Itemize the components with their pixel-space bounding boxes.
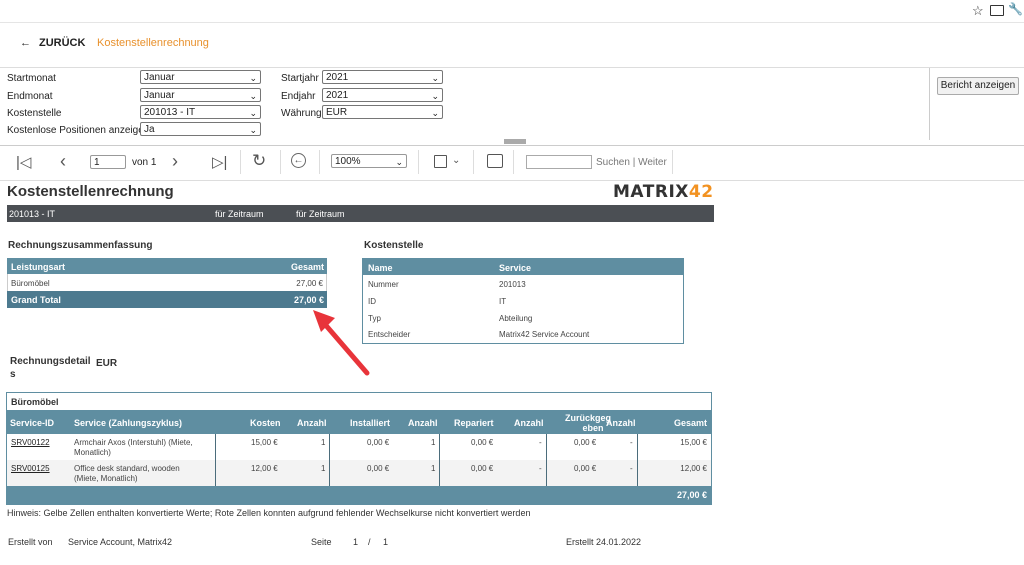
currency-select[interactable]: EUR ⌄ <box>322 105 443 119</box>
divider <box>672 150 673 174</box>
chevron-down-icon: ⌄ <box>431 91 439 101</box>
browser-toolbar <box>0 0 1024 23</box>
cost-center-label: Kostenstelle <box>7 108 62 119</box>
chevron-down-icon: ⌄ <box>395 157 403 167</box>
table-row: SRV00122 Armchair Axos (Interstuhl) (Mie… <box>11 438 707 457</box>
column-divider <box>637 434 638 486</box>
collapse-handle[interactable] <box>504 139 526 144</box>
chevron-down-icon: ⌄ <box>431 108 439 118</box>
chevron-down-icon: ⌄ <box>249 125 257 135</box>
table-row: SRV00125 Office desk standard, wooden (M… <box>7 460 711 486</box>
summary-row: Büromöbel 27,00 € <box>7 274 327 291</box>
currency-label: Währung <box>281 108 322 119</box>
back-button[interactable]: ← ZURÜCK <box>20 37 85 49</box>
divider <box>418 150 419 174</box>
next-link[interactable]: Weiter <box>638 157 667 168</box>
end-month-select[interactable]: Januar ⌄ <box>140 88 261 102</box>
cc-value: IT <box>499 297 507 306</box>
details-title: Rechnungsdetail s <box>10 356 91 380</box>
column-divider <box>439 434 440 486</box>
column-divider <box>329 434 330 486</box>
wrench-icon[interactable]: 🔧 <box>1008 2 1023 16</box>
column-divider <box>546 434 547 486</box>
back-circle-icon[interactable]: ← <box>291 153 306 168</box>
page-total: 1 <box>383 537 389 547</box>
star-icon[interactable]: ☆ <box>972 3 984 19</box>
free-items-label: Kostenlose Positionen anzeigen <box>7 125 150 136</box>
first-page-icon[interactable]: |◁ <box>16 153 31 171</box>
zoom-select[interactable]: 100% ⌄ <box>331 154 407 168</box>
cc-value: Abteilung <box>499 314 533 323</box>
print-icon[interactable] <box>487 154 503 168</box>
divider <box>513 150 514 174</box>
end-month-label: Endmonat <box>7 91 53 102</box>
created-by-label: Erstellt von <box>8 537 53 547</box>
back-arrow-icon: ← <box>20 37 31 49</box>
details-currency: EUR <box>96 358 118 369</box>
page-count: von 1 <box>132 157 157 168</box>
divider <box>929 68 930 140</box>
divider <box>473 150 474 174</box>
search-input[interactable] <box>526 155 592 169</box>
start-year-select[interactable]: 2021 ⌄ <box>322 70 443 84</box>
chevron-down-icon: ⌄ <box>249 91 257 101</box>
created-by-value: Service Account, Matrix42 <box>68 537 173 547</box>
created-date: Erstellt 24.01.2022 <box>566 537 642 547</box>
cost-center-title: Kostenstelle <box>364 240 424 251</box>
cc-value: 201013 <box>499 280 526 289</box>
end-year-label: Endjahr <box>281 91 316 102</box>
column-divider <box>215 434 216 486</box>
divider <box>280 150 281 174</box>
service-id-link[interactable]: SRV00122 <box>11 438 50 447</box>
divider <box>240 150 241 174</box>
report-header-bar: 201013 - IT für Zeitraum für Zeitraum <box>7 205 714 222</box>
details-total-row: 27,00 € <box>7 486 711 504</box>
cost-center-header: Name Service <box>363 259 683 275</box>
start-month-label: Startmonat <box>7 73 56 84</box>
details-table: Büromöbel Service-ID Service (Zahlungszy… <box>6 392 712 505</box>
logo: MATRIX42 <box>613 182 714 202</box>
chevron-down-icon: ⌄ <box>249 108 257 118</box>
service-id-link[interactable]: SRV00125 <box>11 464 50 473</box>
summary-header: Leistungsart Gesamt <box>7 258 327 274</box>
cc-value: Matrix42 Service Account <box>499 330 590 339</box>
cost-center-select[interactable]: 201013 - IT ⌄ <box>140 105 261 119</box>
divider <box>319 150 320 174</box>
show-report-button[interactable]: Bericht anzeigen <box>937 77 1019 95</box>
page-label: Seite <box>311 537 332 547</box>
refresh-icon[interactable]: ↻ <box>252 151 266 171</box>
cc-key: Nummer <box>368 280 399 289</box>
cost-center-table: Name Service Nummer 201013 ID IT Typ Abt… <box>362 258 684 344</box>
chevron-down-icon[interactable]: ⌄ <box>452 155 460 166</box>
summary-title: Rechnungszusammenfassung <box>8 240 153 251</box>
save-icon[interactable] <box>434 155 447 168</box>
end-year-select[interactable]: 2021 ⌄ <box>322 88 443 102</box>
note-text: Hinweis: Gelbe Zellen enthalten konverti… <box>7 508 531 518</box>
search-link[interactable]: Suchen <box>596 157 630 168</box>
start-year-label: Startjahr <box>281 73 319 84</box>
annotation-arrow-icon <box>313 310 370 376</box>
next-page-icon[interactable]: › <box>172 151 178 172</box>
chevron-down-icon: ⌄ <box>249 73 257 83</box>
page-title: Kostenstellenrechnung <box>97 37 209 49</box>
last-page-icon[interactable]: ▷| <box>212 153 227 171</box>
free-items-select[interactable]: Ja ⌄ <box>140 122 261 136</box>
search-controls: Suchen | Weiter <box>596 157 667 168</box>
report-title: Kostenstellenrechnung <box>7 183 174 200</box>
chevron-down-icon: ⌄ <box>431 73 439 83</box>
page-input[interactable]: 1 <box>90 155 126 169</box>
start-month-select[interactable]: Januar ⌄ <box>140 70 261 84</box>
grand-total-row: Grand Total 27,00 € <box>7 291 327 308</box>
group-title: Büromöbel <box>11 397 59 407</box>
page-current: 1 <box>353 537 359 547</box>
details-header: Service-ID Service (Zahlungszyklus) Kost… <box>7 410 711 434</box>
monitor-icon[interactable] <box>990 5 1004 16</box>
prev-page-icon[interactable]: ‹ <box>60 151 66 172</box>
page-separator: / <box>368 537 371 547</box>
